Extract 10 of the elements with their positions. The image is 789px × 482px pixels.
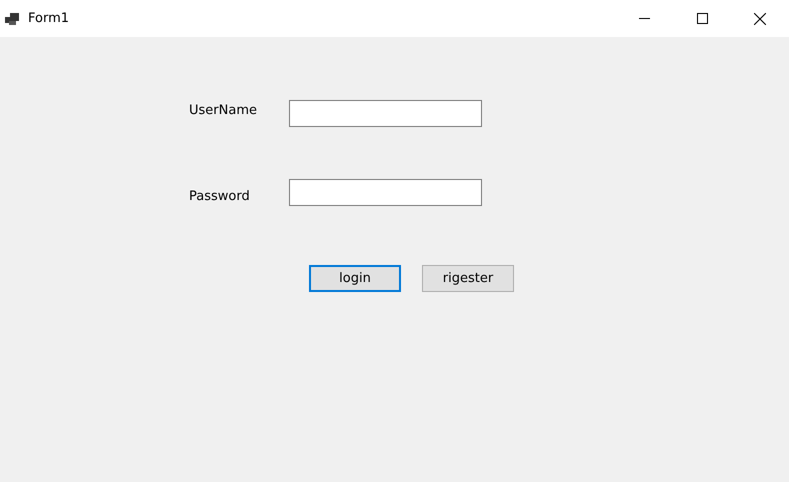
register-button[interactable]: rigester <box>422 265 514 292</box>
input-field[interactable] <box>289 179 482 206</box>
field-label: Password <box>189 189 251 204</box>
window-title: Form1 <box>28 11 70 26</box>
login-button[interactable]: login <box>309 265 401 292</box>
input-field[interactable] <box>289 100 482 127</box>
maximize-icon <box>696 13 708 24</box>
app-icon <box>5 12 19 24</box>
close-icon <box>754 12 766 24</box>
field-label: UserName <box>189 103 258 118</box>
